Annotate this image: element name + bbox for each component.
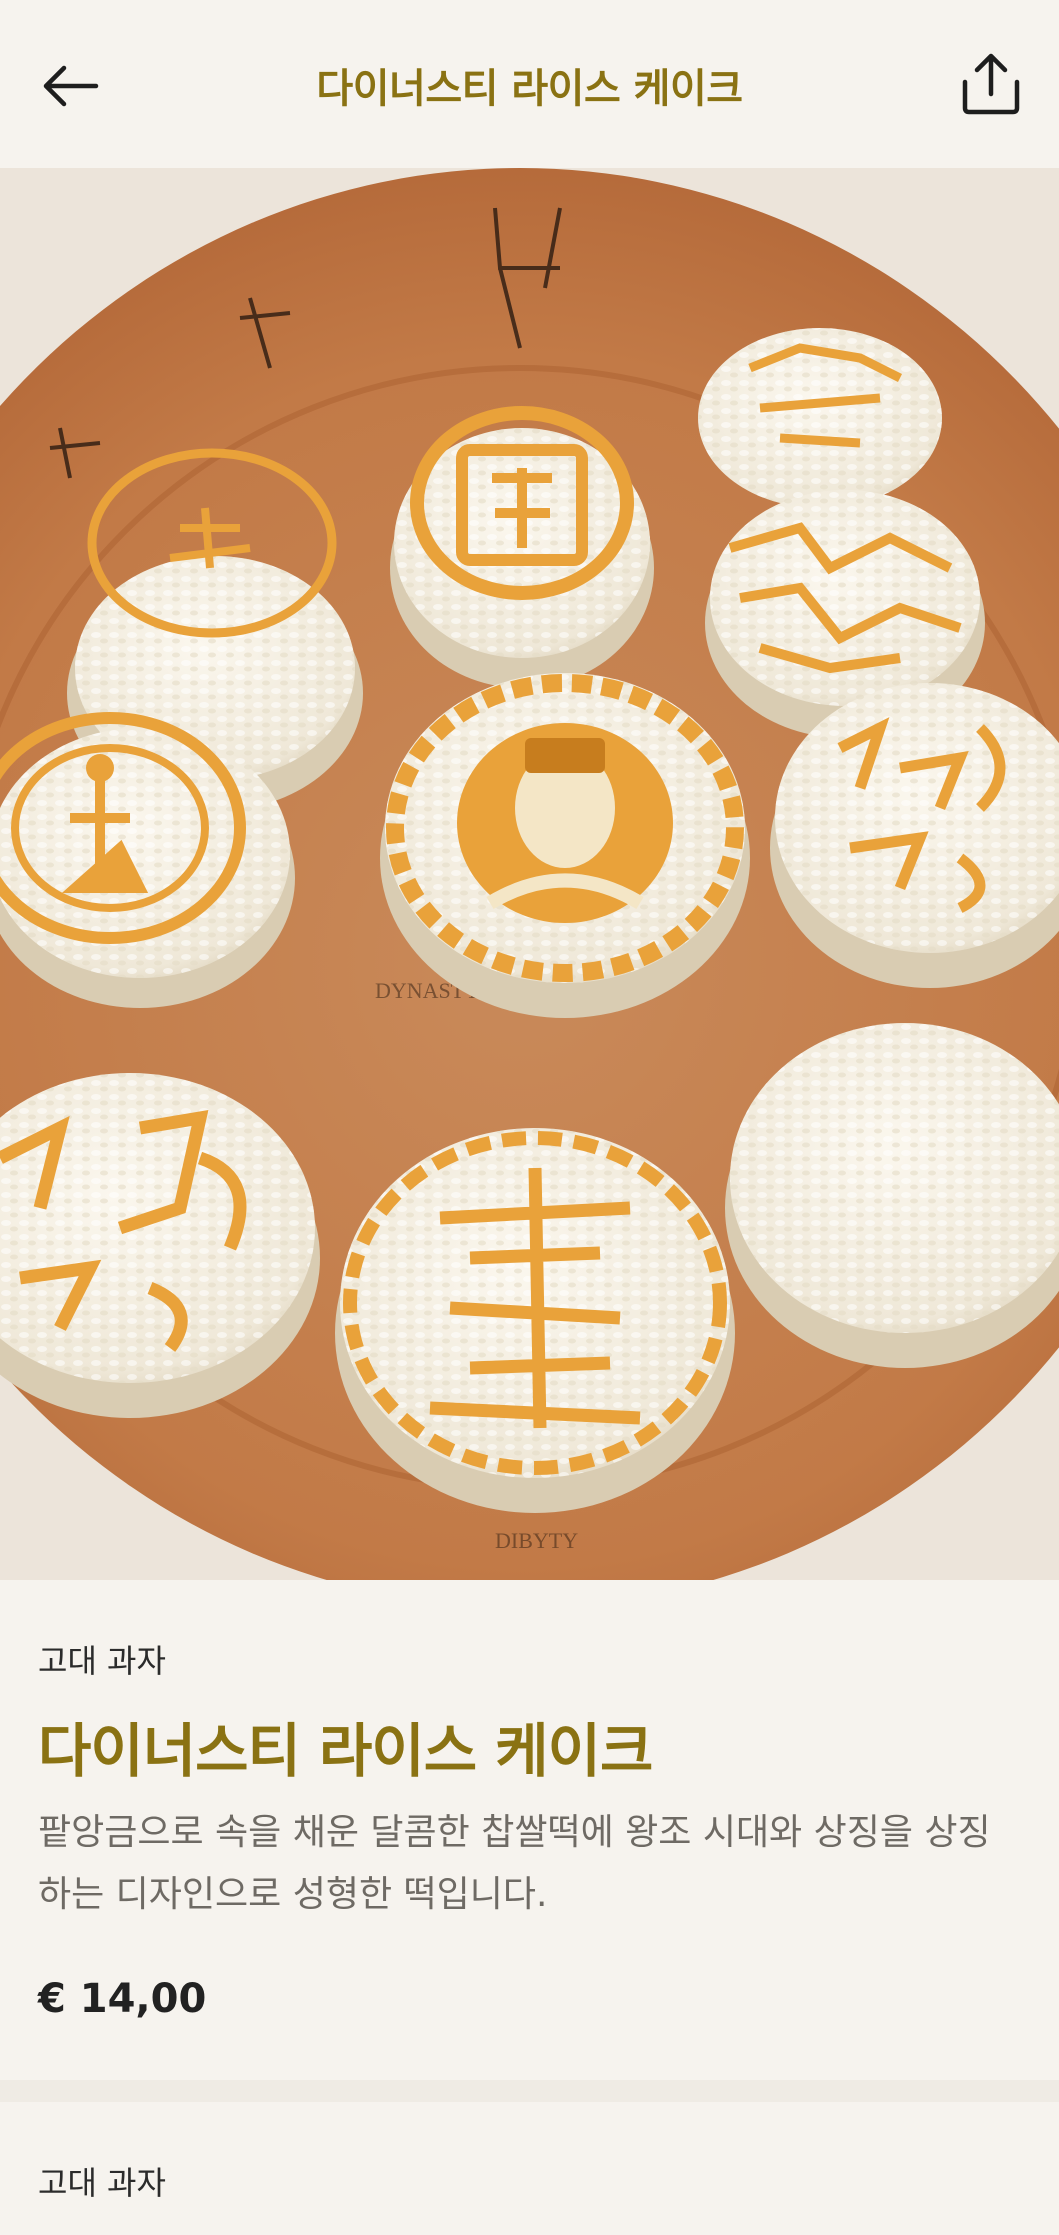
product-price: € 14,00 — [38, 1976, 207, 2022]
product-category: 고대 과자 — [38, 1642, 166, 1680]
svg-text:DIBYTY: DIBYTY — [495, 1528, 578, 1553]
product-description: 팥앙금으로 속을 채운 달콤한 찹쌀떡에 왕조 시대와 상징을 상징하는 디자인… — [38, 1812, 991, 1915]
top-bar: 다이너스티 라이스 케이크 — [0, 0, 1059, 168]
share-button[interactable] — [953, 46, 1029, 122]
product-info: 고대 과자 다이너스티 라이스 케이크 팥앙금으로 속을 채운 달콤한 찹쌀떡에… — [0, 1580, 1059, 2080]
section-divider — [0, 2080, 1059, 2102]
rice-cakes-photo: DYNASTY DIBYTY — [0, 168, 1059, 1580]
product-title: 다이너스티 라이스 케이크 — [38, 1717, 653, 1785]
share-icon — [962, 53, 1020, 115]
next-section-category: 고대 과자 — [38, 2164, 166, 2202]
product-image: DYNASTY DIBYTY — [0, 168, 1059, 1580]
page-title: 다이너스티 라이스 케이크 — [316, 66, 743, 112]
